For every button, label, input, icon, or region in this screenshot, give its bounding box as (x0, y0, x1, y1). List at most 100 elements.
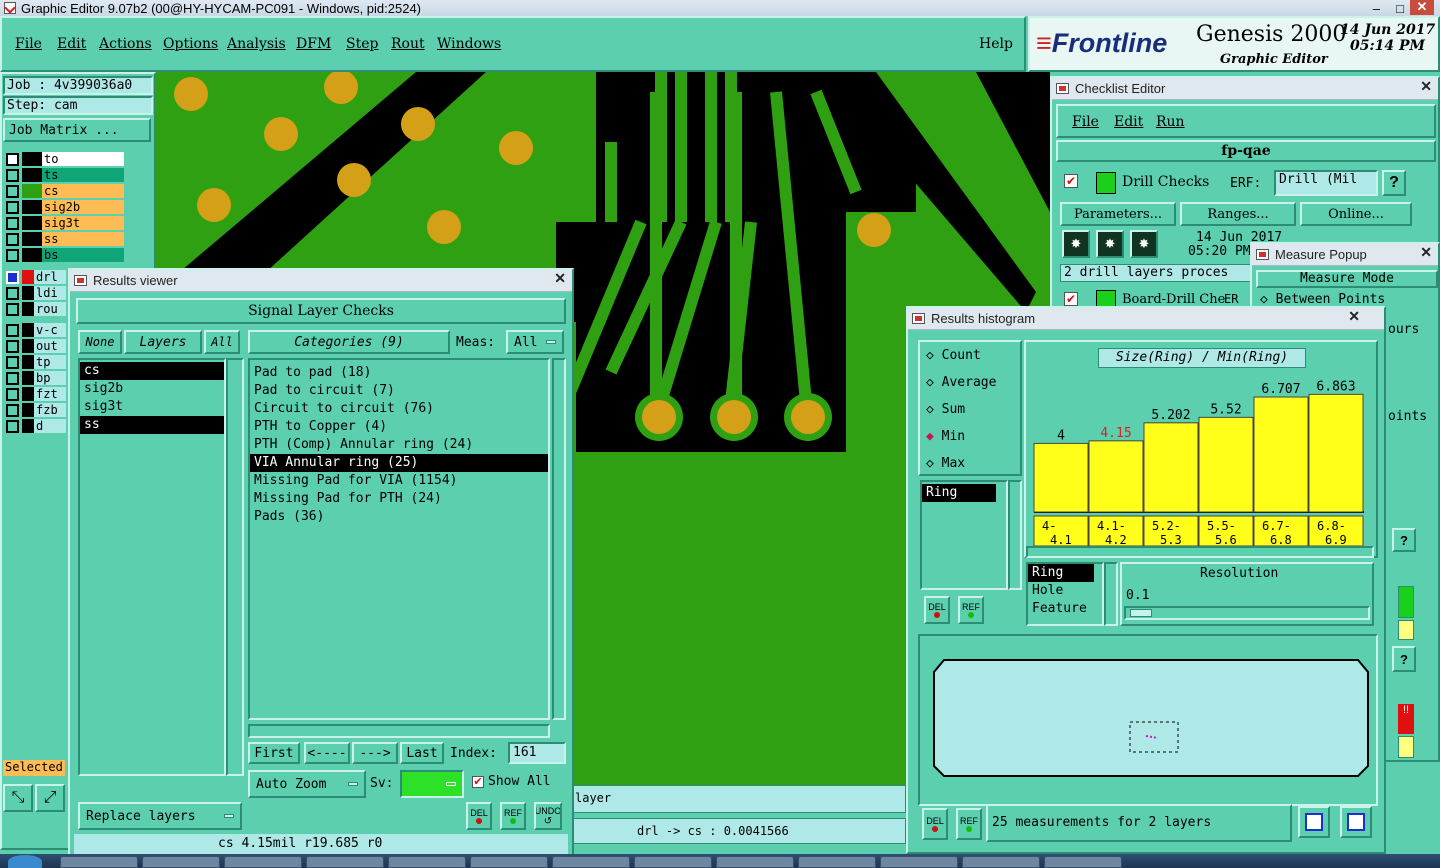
resolution-slider[interactable] (1124, 606, 1370, 620)
layer-checkbox[interactable] (6, 403, 19, 417)
checklist-menu-file[interactable]: File (1072, 114, 1099, 130)
list-item[interactable]: PTH (Comp) Annular ring (24) (250, 436, 548, 454)
menu-file[interactable]: File (15, 36, 42, 52)
layer-checkbox[interactable] (6, 200, 19, 214)
taskbar-item[interactable] (60, 856, 138, 868)
taskbar-item[interactable] (470, 856, 548, 868)
menu-windows[interactable]: Windows (437, 36, 501, 52)
list-item[interactable]: VIA Annular ring (25) (250, 454, 548, 472)
drill-check-enabled[interactable]: ✔ (1064, 174, 1078, 188)
layer-row[interactable]: d (6, 418, 66, 434)
layers-listbox[interactable]: cs sig2b sig3t ss (78, 358, 226, 776)
between-points-option[interactable]: ◇ Between Points (1260, 292, 1385, 307)
taskbar-item[interactable] (552, 856, 630, 868)
prev-button[interactable]: <---- (304, 742, 350, 764)
histogram-del-button-2[interactable]: DEL (922, 808, 948, 840)
categories-button[interactable]: Categories (9) (248, 330, 450, 354)
list-item[interactable]: PTH to Copper (4) (250, 418, 548, 436)
histogram-measure-scrollbar[interactable] (1104, 562, 1118, 626)
layers-all-button[interactable]: All (204, 330, 240, 354)
list-item[interactable]: Feature (1028, 600, 1102, 618)
job-matrix-button[interactable]: Job Matrix ... (3, 118, 151, 142)
taskbar-item[interactable] (142, 856, 220, 868)
list-item[interactable]: cs (80, 362, 224, 380)
list-item[interactable]: Pad to circuit (7) (250, 382, 548, 400)
sv-color-dropdown[interactable] (400, 770, 464, 798)
menu-edit[interactable]: Edit (57, 36, 86, 52)
option-average[interactable]: ◇ Average (926, 375, 996, 390)
close-icon[interactable]: ✕ (1420, 244, 1432, 261)
histogram-hscrollbar[interactable] (1026, 546, 1374, 558)
drill-check-name[interactable]: Drill Checks (1122, 174, 1209, 190)
list-item[interactable]: Pads (36) (250, 508, 548, 526)
layer-checkbox[interactable] (6, 184, 19, 198)
layer-row[interactable]: fzb (6, 402, 66, 418)
layer-checkbox[interactable] (6, 323, 19, 337)
measure-help-button-2[interactable]: ? (1392, 646, 1416, 672)
layer-row[interactable]: fzt (6, 386, 66, 402)
histogram-ref-button-1[interactable]: REF (958, 596, 984, 624)
layer-checkbox[interactable] (6, 152, 19, 166)
layer-checkbox[interactable] (6, 371, 19, 385)
help-button[interactable]: ? (1382, 170, 1406, 196)
meas-dropdown[interactable]: All (506, 330, 564, 354)
layer-row[interactable]: rou (6, 301, 66, 317)
histogram-export-button-2[interactable] (1340, 806, 1372, 838)
layer-row[interactable]: tp (6, 354, 66, 370)
histogram-ref-button-2[interactable]: REF (956, 808, 982, 840)
taskbar-item[interactable] (962, 856, 1040, 868)
option-max[interactable]: ◇ Max (926, 456, 965, 471)
parameters-button[interactable]: Parameters... (1060, 202, 1176, 226)
categories-listbox[interactable]: Pad to pad (18) Pad to circuit (7) Circu… (248, 358, 550, 720)
histogram-del-button-1[interactable]: DEL (924, 596, 950, 624)
index-input[interactable]: 161 (508, 742, 566, 764)
taskbar-item[interactable] (306, 856, 384, 868)
menu-analysis[interactable]: Analysis (227, 36, 286, 52)
layer-checkbox[interactable] (6, 339, 19, 353)
layer-row[interactable]: bs (6, 247, 124, 263)
categories-scrollbar[interactable] (552, 358, 566, 720)
list-item[interactable]: Missing Pad for VIA (1154) (250, 472, 548, 490)
layer-checkbox[interactable] (6, 387, 19, 401)
taskbar-item[interactable] (798, 856, 876, 868)
layer-checkbox[interactable] (6, 286, 19, 300)
histogram-field-list[interactable]: Ring (920, 480, 1008, 590)
menu-help[interactable]: Help (979, 36, 1013, 52)
start-button[interactable] (8, 855, 42, 868)
close-icon[interactable]: ✕ (1348, 308, 1360, 325)
list-item[interactable]: Pad to pad (18) (250, 364, 548, 382)
layer-row[interactable]: v-c (6, 322, 66, 338)
taskbar-item[interactable] (880, 856, 958, 868)
first-button[interactable]: First (248, 742, 300, 764)
close-icon[interactable]: ✕ (554, 270, 566, 287)
layer-row[interactable]: bp (6, 370, 66, 386)
layer-checkbox[interactable] (6, 419, 19, 433)
layers-button[interactable]: Layers (124, 330, 202, 354)
list-item[interactable]: Ring (922, 484, 996, 502)
layer-row[interactable]: ts (6, 167, 124, 183)
list-item[interactable]: sig2b (80, 380, 224, 398)
auto-zoom-dropdown[interactable]: Auto Zoom (248, 770, 366, 798)
board-drill-enabled[interactable]: ✔ (1064, 292, 1078, 306)
layers-none-button[interactable]: None (78, 330, 122, 354)
layers-scrollbar[interactable] (226, 358, 244, 776)
minimize-icon[interactable]: – (1373, 1, 1380, 16)
list-item[interactable]: Missing Pad for PTH (24) (250, 490, 548, 508)
points-option[interactable]: oints (1388, 409, 1427, 424)
list-item[interactable]: ss (80, 416, 224, 434)
measure-help-button-1[interactable]: ? (1392, 528, 1416, 552)
taskbar-item[interactable] (1044, 856, 1122, 868)
layer-checkbox[interactable] (6, 216, 19, 230)
menu-rout[interactable]: Rout (391, 36, 425, 52)
maximize-icon[interactable]: □ (1396, 1, 1404, 16)
del-button[interactable]: DEL (466, 802, 492, 830)
run-icon-2[interactable]: ✸ (1096, 230, 1124, 258)
erf-input[interactable]: Drill (Mil (1274, 170, 1378, 196)
checklist-menu-edit[interactable]: Edit (1114, 114, 1143, 130)
list-item[interactable]: Circuit to circuit (76) (250, 400, 548, 418)
zoom-tool-button[interactable]: ⤡ (3, 784, 33, 812)
online-button[interactable]: Online... (1300, 202, 1412, 226)
board-drill-name[interactable]: Board-Drill Che (1122, 292, 1225, 307)
close-icon[interactable]: ✕ (1410, 0, 1434, 15)
run-icon-3[interactable]: ✸ (1130, 230, 1158, 258)
